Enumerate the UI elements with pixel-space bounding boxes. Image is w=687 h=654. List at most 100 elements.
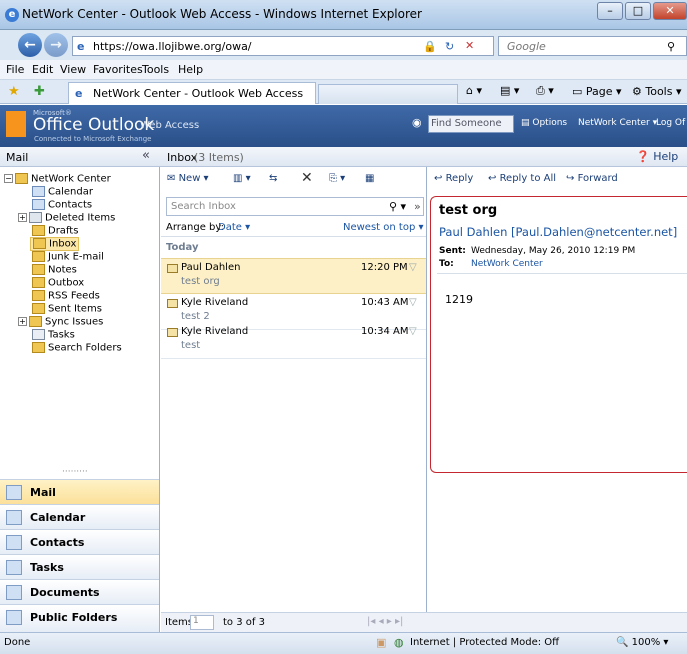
search-inbox-input[interactable]: Search Inbox ⚲ ▾ » xyxy=(166,197,424,216)
folder-sync-issues[interactable]: + Sync Issues xyxy=(18,316,103,328)
folder-drafts[interactable]: Drafts xyxy=(32,225,78,237)
folder-tasks[interactable]: Tasks xyxy=(32,329,75,341)
inbox-title: Inbox xyxy=(167,151,198,164)
flag-icon[interactable]: ▽ xyxy=(409,326,417,337)
search-icon[interactable]: ⚲ xyxy=(667,40,675,53)
message-sender[interactable]: Paul Dahlen [Paul.Dahlen@netcenter.net] xyxy=(439,225,677,239)
reply-all-label: Reply to All xyxy=(499,173,557,184)
filter-button[interactable]: ▦ xyxy=(365,173,374,184)
nav-calendar[interactable]: Calendar xyxy=(0,504,159,529)
folder-notes[interactable]: Notes xyxy=(32,264,77,276)
menu-file[interactable]: File xyxy=(6,63,24,76)
tasks-icon xyxy=(6,560,22,575)
ie-logo-icon: e xyxy=(5,8,19,22)
collapse-pane-icon[interactable]: « xyxy=(142,148,150,163)
forward-button[interactable]: ↪ Forward xyxy=(566,173,618,184)
folder-rss[interactable]: RSS Feeds xyxy=(32,290,100,302)
options-link[interactable]: ▤ Options xyxy=(521,118,567,128)
feeds-icon[interactable]: ▤ ▾ xyxy=(500,84,519,97)
add-favorite-icon[interactable]: ✚ xyxy=(34,84,45,99)
folder-contacts[interactable]: Contacts xyxy=(32,199,92,211)
expand-search-icon[interactable]: » xyxy=(414,200,421,213)
close-button[interactable]: ✕ xyxy=(653,2,687,20)
folder-sent[interactable]: Sent Items xyxy=(32,303,102,315)
search-box[interactable]: Google ⚲ xyxy=(498,36,687,56)
address-bar[interactable]: e https://owa.llojibwe.org/owa/ 🔒 ↻ ✕ xyxy=(72,36,494,56)
folder-search-folders[interactable]: Search Folders xyxy=(32,342,122,354)
nav-documents[interactable]: Documents xyxy=(0,579,159,604)
folder-label: RSS Feeds xyxy=(48,290,100,302)
popup-blocker-icon[interactable]: ▣ xyxy=(376,636,386,649)
nav-mail[interactable]: Mail xyxy=(0,479,159,504)
lock-icon[interactable]: 🔒 xyxy=(423,40,437,53)
outbox-icon xyxy=(32,277,45,288)
flag-icon[interactable]: ▽ xyxy=(409,262,417,273)
menu-view[interactable]: View xyxy=(60,63,86,76)
tab-active[interactable]: e NetWork Center - Outlook Web Access xyxy=(68,82,316,104)
check-messages-button[interactable]: ⎘ ▾ xyxy=(329,173,345,184)
arrange-dropdown[interactable]: Date ▾ xyxy=(218,222,250,233)
folder-junk[interactable]: Junk E-mail xyxy=(32,251,104,263)
menu-favorites[interactable]: Favorites xyxy=(93,63,143,76)
reply-all-button[interactable]: ↩ Reply to All xyxy=(488,173,556,184)
logoff-link[interactable]: Log Of xyxy=(656,118,685,128)
expand-icon[interactable]: + xyxy=(18,317,27,326)
nav-contacts[interactable]: Contacts xyxy=(0,529,159,554)
flag-icon[interactable]: ▽ xyxy=(409,297,417,308)
delete-icon[interactable]: ✕ xyxy=(301,170,313,186)
menu-edit[interactable]: Edit xyxy=(32,63,53,76)
list-item[interactable]: Kyle Riveland 10:34 AM ▽ test xyxy=(161,323,426,359)
folder-outbox[interactable]: Outbox xyxy=(32,277,84,289)
refresh-icon[interactable]: ↻ xyxy=(445,40,454,53)
new-tab-button[interactable] xyxy=(318,84,458,104)
collapse-icon[interactable]: − xyxy=(4,174,13,183)
zoom-value: 100% xyxy=(631,637,661,648)
message-list-pane: ✉ New ▾ ▥ ▾ ⇆ ✕ ⎘ ▾ ▦ Search Inbox ⚲ ▾ »… xyxy=(161,167,427,632)
forward-nav-button[interactable]: → xyxy=(44,33,68,57)
new-button[interactable]: ✉ New ▾ xyxy=(167,173,209,184)
tools-menu[interactable]: ⚙ Tools ▾ xyxy=(632,85,682,98)
page-menu[interactable]: ▭ Page ▾ xyxy=(572,85,622,98)
sent-label: Sent: xyxy=(439,246,466,256)
nav-public-folders[interactable]: Public Folders xyxy=(0,604,159,632)
sort-dropdown[interactable]: Newest on top ▾ xyxy=(343,222,424,233)
print-icon[interactable]: ⎙ ▾ xyxy=(536,84,554,98)
to-value[interactable]: NetWork Center xyxy=(471,259,543,269)
folder-deleted-items[interactable]: + Deleted Items xyxy=(18,212,115,224)
security-zone[interactable]: Internet | Protected Mode: Off xyxy=(410,637,559,648)
home-icon[interactable]: ⌂ ▾ xyxy=(466,84,482,97)
sent-value: Wednesday, May 26, 2010 12:19 PM xyxy=(471,246,636,256)
zoom-control[interactable]: 🔍 100% ▾ xyxy=(616,637,668,648)
reply-button[interactable]: ↩ Reply xyxy=(434,173,473,184)
new-label: New xyxy=(178,173,201,184)
splitter-grip[interactable]: ········· xyxy=(62,467,88,477)
maximize-button[interactable]: □ xyxy=(625,2,651,20)
owa-header: Microsoft® Office Outlook Web Access Con… xyxy=(0,105,687,147)
mailbox-menu[interactable]: NetWork Center ▾ xyxy=(578,118,657,128)
list-item[interactable]: Paul Dahlen 12:20 PM ▽ test org xyxy=(161,258,426,294)
view-button[interactable]: ▥ ▾ xyxy=(233,173,251,184)
folder-label: Search Folders xyxy=(48,342,122,354)
mailbox-label: NetWork Center xyxy=(578,118,650,128)
address-book-icon[interactable]: ◉ xyxy=(412,116,422,129)
menu-tools[interactable]: Tools xyxy=(142,63,169,76)
folder-root[interactable]: − NetWork Center xyxy=(4,173,111,185)
help-link[interactable]: ❓ Help xyxy=(636,150,678,163)
stop-icon[interactable]: ✕ xyxy=(465,39,474,52)
favorites-star-icon[interactable]: ★ xyxy=(8,84,20,99)
find-someone-input[interactable]: Find Someone xyxy=(428,115,514,133)
menu-help[interactable]: Help xyxy=(178,63,203,76)
search-icon[interactable]: ⚲ ▾ xyxy=(389,200,406,213)
minimize-button[interactable]: – xyxy=(597,2,623,20)
group-header: Today xyxy=(166,242,199,253)
pager-arrows-icon[interactable]: |◂ ◂ ▸ ▸| xyxy=(367,616,403,627)
page-input[interactable]: 1 xyxy=(190,615,214,630)
expand-icon[interactable]: + xyxy=(18,213,27,222)
folder-inbox[interactable]: Inbox xyxy=(30,237,80,251)
move-button[interactable]: ⇆ xyxy=(269,173,277,184)
folder-label: Junk E-mail xyxy=(48,251,104,263)
folder-calendar[interactable]: Calendar xyxy=(32,186,93,198)
folder-label: Contacts xyxy=(48,199,93,211)
nav-tasks[interactable]: Tasks xyxy=(0,554,159,579)
back-button[interactable]: ← xyxy=(18,33,42,57)
